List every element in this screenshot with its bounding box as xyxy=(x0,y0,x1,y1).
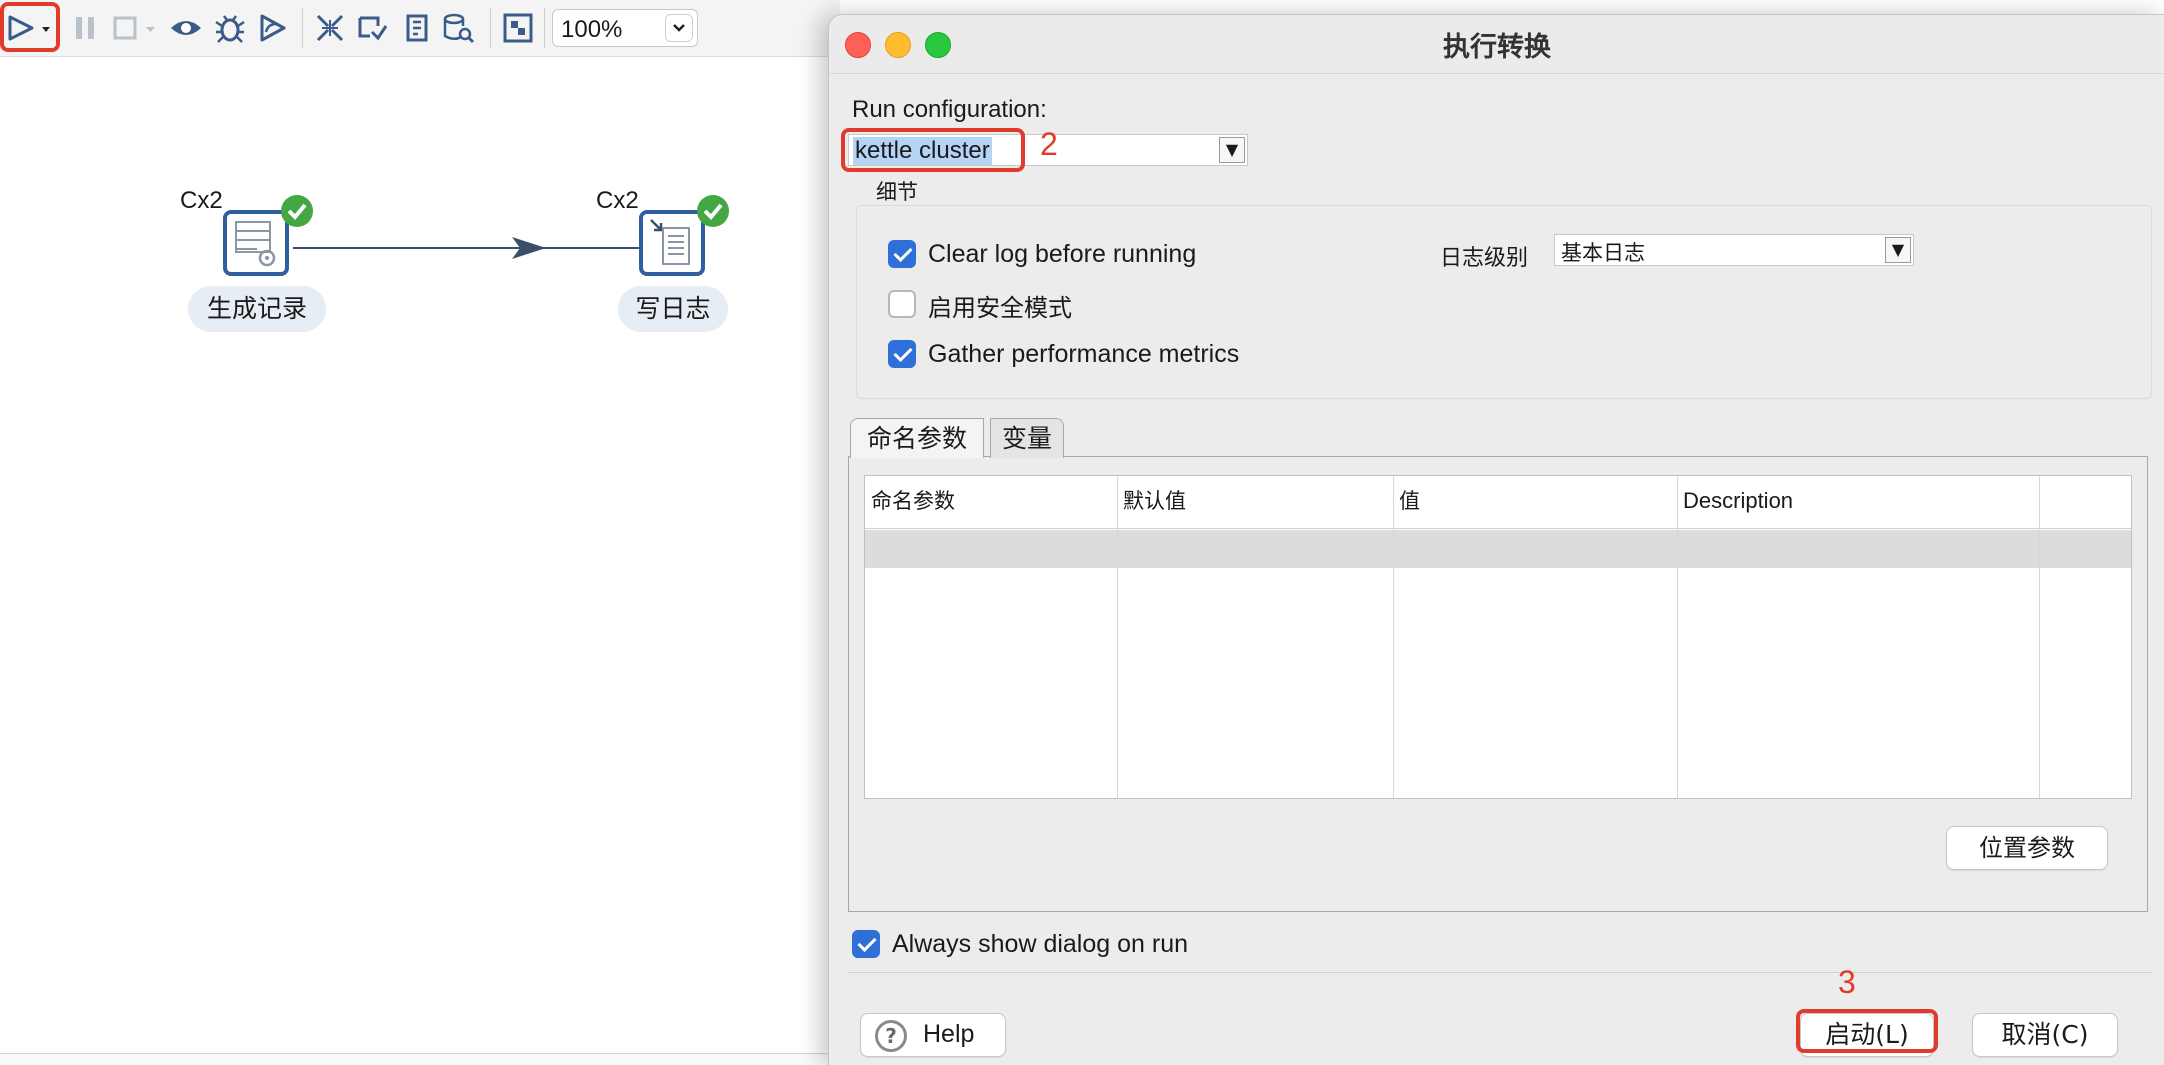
table-row[interactable] xyxy=(865,530,2131,568)
help-icon: ? xyxy=(875,1020,907,1052)
log-level-label: 日志级别 xyxy=(1440,246,1529,271)
annotation-box-1 xyxy=(0,2,60,52)
toolbar: 100% xyxy=(0,0,840,57)
sql-icon[interactable] xyxy=(398,10,434,46)
dialog-title: 执行转换 xyxy=(1443,32,1551,63)
help-button[interactable]: ? Help xyxy=(860,1013,1006,1057)
header-divider xyxy=(865,528,2131,529)
generate-rows-icon xyxy=(235,221,276,267)
annotation-box-2 xyxy=(841,128,1025,172)
details-group-label: 细节 xyxy=(876,180,918,204)
success-check-icon xyxy=(697,195,729,227)
always-show-dialog-checkbox[interactable] xyxy=(852,930,880,958)
tab-variables[interactable]: 变量 xyxy=(990,418,1064,458)
clear-log-checkbox[interactable] xyxy=(888,240,916,268)
impact-icon[interactable] xyxy=(354,10,390,46)
safe-mode-label: 启用安全模式 xyxy=(928,294,1072,322)
step-label: 写日志 xyxy=(618,286,728,332)
positional-params-button[interactable]: 位置参数 xyxy=(1946,826,2108,870)
toolbar-separator xyxy=(302,8,303,48)
debug-icon[interactable] xyxy=(212,10,248,46)
transformation-canvas[interactable]: Cx2 生成记录 Cx2 写日志 xyxy=(0,57,830,1064)
toolbar-separator xyxy=(490,8,491,48)
cancel-button[interactable]: 取消(C) xyxy=(1972,1013,2118,1057)
hop-arrow[interactable] xyxy=(0,57,830,457)
log-level-select[interactable]: 基本日志 ▼ xyxy=(1554,234,1914,266)
column-header-name[interactable]: 命名参数 xyxy=(865,476,1117,526)
step-label: 生成记录 xyxy=(188,286,326,332)
annotation-box-3 xyxy=(1796,1009,1938,1053)
run-configuration-label: Run configuration: xyxy=(852,96,1047,123)
safe-mode-checkbox[interactable] xyxy=(888,290,916,318)
gather-metrics-label: Gather performance metrics xyxy=(928,340,1240,368)
toolbar-separator xyxy=(544,8,545,48)
dropdown-arrow-icon[interactable]: ▼ xyxy=(1885,237,1911,263)
clear-log-label: Clear log before running xyxy=(928,240,1197,268)
column-divider xyxy=(1117,476,1118,798)
chevron-down-icon xyxy=(673,24,685,32)
tab-named-parameters[interactable]: 命名参数 xyxy=(850,418,984,458)
pause-icon[interactable] xyxy=(68,10,104,46)
parameters-table[interactable]: 命名参数 默认值 值 Description xyxy=(864,475,2132,799)
zoom-dropdown-button[interactable] xyxy=(665,14,693,42)
verify-icon[interactable] xyxy=(312,10,348,46)
footer-divider xyxy=(848,972,2152,973)
annotation-number-2: 2 xyxy=(1040,126,1058,162)
column-divider xyxy=(1677,476,1678,798)
replay-icon[interactable] xyxy=(254,10,290,46)
step-copy-count: Cx2 xyxy=(180,187,223,214)
always-show-dialog-label: Always show dialog on run xyxy=(892,930,1188,958)
zoom-value: 100% xyxy=(561,16,623,43)
column-divider xyxy=(2039,476,2040,798)
column-header-description[interactable]: Description xyxy=(1677,476,2039,526)
stop-icon[interactable] xyxy=(108,10,144,46)
column-header-default[interactable]: 默认值 xyxy=(1117,476,1393,526)
write-log-icon xyxy=(650,219,690,265)
step-copy-count: Cx2 xyxy=(596,187,639,214)
zoom-select[interactable]: 100% xyxy=(552,9,698,47)
success-check-icon xyxy=(281,195,313,227)
annotation-number-3: 3 xyxy=(1838,964,1856,1000)
layout-icon[interactable] xyxy=(500,10,536,46)
help-button-label: Help xyxy=(923,1020,975,1048)
preview-icon[interactable] xyxy=(168,10,204,46)
gather-metrics-checkbox[interactable] xyxy=(888,340,916,368)
dropdown-arrow-icon[interactable]: ▼ xyxy=(1219,137,1245,163)
status-bar xyxy=(0,1053,830,1065)
column-header-value[interactable]: 值 xyxy=(1393,476,1677,526)
dialog-titlebar: 执行转换 xyxy=(829,15,2164,74)
column-divider xyxy=(1393,476,1394,798)
log-level-value: 基本日志 xyxy=(1561,241,1645,265)
dropdown-caret-icon[interactable] xyxy=(144,10,158,46)
explore-db-icon[interactable] xyxy=(440,10,476,46)
